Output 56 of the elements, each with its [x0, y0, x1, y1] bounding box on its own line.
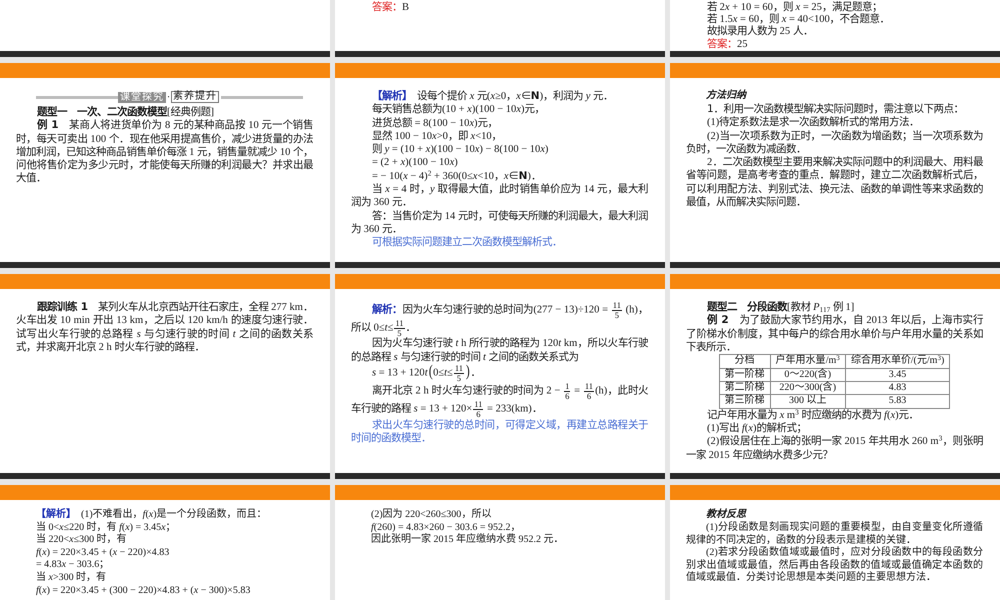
paragraph: f(x) = 220×3.45 + (300 − 220)×4.83 + (x − 300)×5.83 — [35, 584, 252, 598]
paragraph: 2．二次函数模型主要用来解决实际问题中的利润最大、用料最省等问题，是高考考查的重点．解题时，建立二次函数解析式后，可以利用配方法、判别式法、换元法、函数的单调性等来求函数的最值，从而解决实际问题． — [686, 156, 983, 210]
paragraph: (2)若求分段函数值域或最值时，应对分段函数中的每段函数分别求出值域或最值，然后再由各段函数的值域或最值确定本函数的值域或最值．分类讨论思想是本类问题的主要思想方法． — [686, 547, 983, 585]
paragraph: f(x) = 220×3.45 + (x − 220)×4.83 — [35, 546, 170, 560]
hint-text: 求出火车匀速行驶的总时间，可得定义域，再建立总路程关于时间的函数模型． — [351, 418, 648, 446]
column-header: 户年用水量/m$^{3}$ — [770, 354, 846, 368]
table-cell: 300 以上 — [770, 394, 846, 408]
paragraph: 跟踪训练 1 某列火车从北京西站开往石家庄，全程 277 km．火车出发 10 min 开出 13 km，之后以 120 km/h 的速度匀速行驶．试写出火车行驶的总路程 s 与匀速行驶的时间 t 之间的函数关系式，并求离开北京 2 h 时火车行驶的路程． — [16, 301, 313, 354]
paragraph: 【解析】 (1)不难看出，f(x)是一个分段函数，而且： — [35, 509, 268, 521]
paragraph: = − 10(x − 4)$^{2}$ + 360(0≤x<10，x∈N)． — [371, 170, 542, 183]
paragraph: 故拟录用人数为 25 人． — [706, 26, 814, 38]
caption-text: 教材反思 — [705, 509, 748, 521]
paragraph: 答：当售价定为 14 元时，可使每天所赚的利润最大，最大利润为 360 元． — [351, 210, 648, 236]
paragraph: 例 1 某商人将进货单价为 8 元的某种商品按 10 元一个销售时，每天可卖出 100 个．现在他采用提高售价，减少进货量的办法增加利润，已知这种商品销售单价每涨 1 元，销售量就减少 10 个，问他将售价定为多少元时，才能使每天所赚的利润最大？并求出最大值． — [16, 119, 313, 186]
paragraph: 则 y = (10 + x)(100 − 10x) − 8(100 − 10x) — [371, 143, 550, 156]
hint-text: 可根据实际问题建立二次函数模型解析式． — [371, 236, 563, 250]
paragraph: = 4.83x − 303.6； — [35, 559, 110, 571]
section-heading: 题型一 一次、二次函数模型[经典例题] — [36, 106, 215, 119]
paragraph: 记户年用水量为 x m$^{3}$ 时应缴纳的水费为 f(x)元． — [706, 408, 920, 422]
paragraph: 若 1.5x = 60，则 x = 40<100，不合题意． — [706, 14, 891, 26]
paragraph: 若 2x + 10 = 60，则 x = 25，满足题意； — [706, 2, 883, 13]
paragraph: 当 0<x≤220 时，有 f(x) = 3.45x； — [35, 522, 177, 533]
paragraph: 显然 100 − 10x>0，即 x<10， — [371, 130, 503, 143]
column-header: 综合用水单价/(元/m$^{3}$) — [845, 354, 950, 368]
paragraph: 进货总额 = 8(100 − 10x)元， — [371, 116, 499, 130]
table-cell: 第二阶梯 — [719, 382, 770, 395]
answer-text: 答案：B — [371, 2, 410, 14]
paragraph: 当 220<x≤300 时，有 — [35, 534, 128, 547]
paragraph: (1)待定系数法是求一次函数解析式的常用方法． — [706, 116, 920, 130]
table-cell: 220～300(含) — [770, 382, 846, 395]
table-cell: 第一阶梯 — [719, 368, 770, 382]
paragraph: 每天销售总额为(10 + x)(100 − 10x)元， — [371, 103, 546, 117]
table-cell: 第三阶梯 — [719, 394, 770, 408]
paragraph: 当 x>300 时，有 — [35, 572, 108, 585]
paragraph: 当 x = 4 时，y 取得最大值，此时销售单价应为 14 元，最大利润为 360 元． — [351, 183, 648, 210]
caption-text: 方法归纳 — [705, 90, 748, 102]
table-cell: 5.83 — [845, 394, 950, 408]
paragraph: f(260) = 4.83×260 − 303.6 = 952.2， — [370, 522, 522, 533]
paragraph: 因此张明一家 2015 年应缴纳水费 952.2 元． — [370, 534, 564, 547]
paragraph: (2)因为 220<260≤300，所以 — [370, 509, 492, 522]
column-header: 分档 — [719, 354, 770, 368]
paragraph: 【解析】 设每个提价 x 元(x≥0，x∈N)，利润为 y 元． — [371, 90, 614, 103]
answer-text: 答案：25 — [706, 38, 748, 51]
paragraph: (2)假设居住在上海的张明一家 2015 年共用水 260 m$^{3}$，则张明一家 2015 年应缴纳水费多少元？ — [686, 435, 983, 462]
paragraph: 例 2 为了鼓励大家节约用水，自 2013 年以后，上海市实行了阶梯水价制度，其中每户的综合用水单价与户年用水量的关系如下表所示． — [686, 314, 983, 354]
paragraph: = (2 + x)(100 − 10x) — [371, 156, 459, 170]
paragraph: (1)写出 f(x)的解析式； — [706, 422, 808, 435]
paragraph: (1)分段函数是刻画现实问题的重要模型，由自变量变化所遵循规律的不同决定的，函数的分段表示是建模的关键． — [686, 522, 983, 546]
section-heading: 题型二 分段函数[教材 P$_{117}$ 例 1] — [706, 301, 856, 314]
paragraph: (2)当一次项系数为正时，一次函数为增函数；当一次项系数为负时，一次函数为减函数． — [686, 130, 983, 156]
table-cell: 4.83 — [845, 382, 950, 395]
subheading-text: 1．利用一次函数模型解决实际问题时，需注意以下两点： — [706, 103, 965, 116]
section-sublabel: 素养提升 — [171, 91, 220, 103]
table-cell: 3.45 — [845, 368, 950, 382]
label-separator: · — [166, 92, 172, 102]
table-cell: 0～220(含) — [770, 368, 846, 382]
